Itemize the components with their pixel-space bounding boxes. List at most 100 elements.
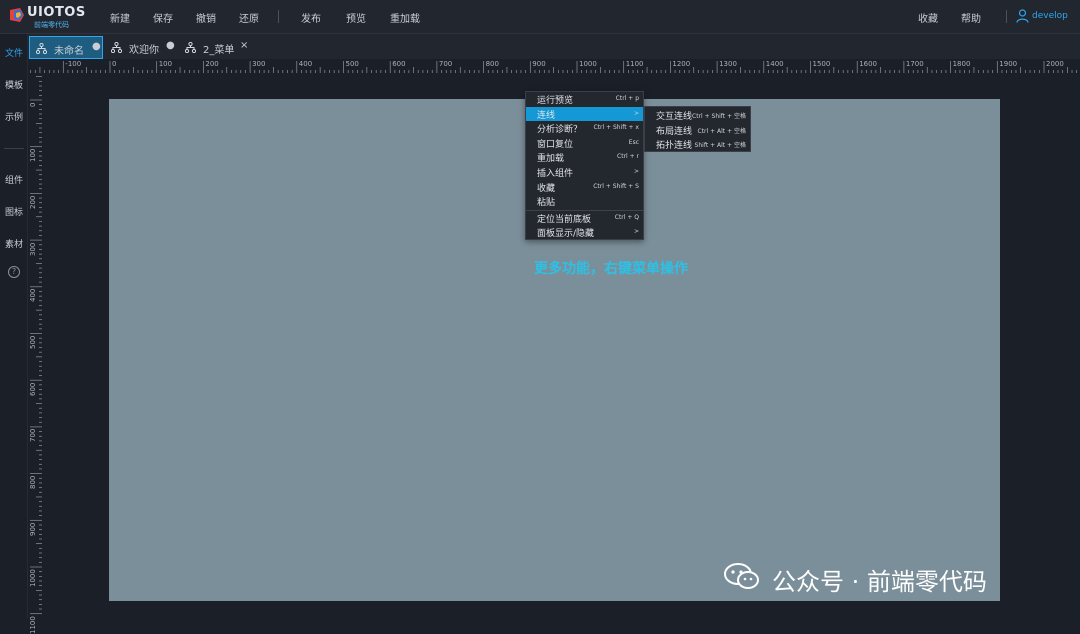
tab-label: 2_菜单 xyxy=(203,45,235,56)
ruler-tick-label: 800 xyxy=(485,60,499,68)
ruler-tick-label: 100 xyxy=(158,60,173,68)
context-menu-item[interactable]: 插入组件 > xyxy=(526,165,643,180)
logo-subtitle: 前端零代码 xyxy=(34,21,69,29)
tab-label: 欢迎你 xyxy=(129,45,159,56)
ruler-tick-label: 400 xyxy=(298,60,313,68)
ruler-tick-label: 300 xyxy=(252,60,266,68)
submenu-label: 拓扑连线 xyxy=(656,141,693,152)
context-menu-item[interactable]: 定位当前底板 Ctrl + Q xyxy=(526,211,643,226)
context-menu-label: 连线 xyxy=(537,110,556,121)
ruler-tick-label: 0 xyxy=(29,102,37,107)
context-menu-label: 运行预览 xyxy=(537,96,574,106)
menu-undo[interactable]: 撤销 xyxy=(196,10,216,25)
ruler-tick-label: 500 xyxy=(29,335,37,349)
vertical-ruler: 0 100 200 300 400 500 600 700 800 900 1000 1100 xyxy=(28,73,42,634)
menu-save[interactable]: 保存 xyxy=(153,10,173,25)
tab-label: 未命名 xyxy=(54,46,84,57)
ruler-tick-label: 1100 xyxy=(29,615,37,634)
tab-unnamed[interactable]: 未命名 ● xyxy=(29,36,103,59)
submenu-item[interactable]: 拓扑连线 Shift + Alt + 空格 xyxy=(645,137,750,152)
unsaved-dot-icon: ● xyxy=(166,40,175,51)
help-icon[interactable]: ? xyxy=(8,266,20,278)
submenu-item[interactable]: 交互连线 Ctrl + Shift + 空格 xyxy=(645,108,750,123)
context-menu-item[interactable]: 重加载 Ctrl + r xyxy=(526,150,643,165)
sidebar-item-assets[interactable]: 素材 xyxy=(0,237,28,250)
ruler-tick-label: 1900 xyxy=(999,60,1018,68)
wechat-icon xyxy=(724,563,759,589)
ruler-tick-label: 1500 xyxy=(812,60,831,68)
submenu-shortcut: Shift + Alt + 空格 xyxy=(694,142,746,150)
sidebar-item-file[interactable]: 文件 xyxy=(0,46,28,59)
ruler-tick-label: 1700 xyxy=(905,60,924,68)
context-menu-shortcut: Esc xyxy=(628,138,639,146)
submenu-shortcut: Ctrl + Alt + 空格 xyxy=(697,127,746,135)
context-menu-item[interactable]: 运行预览 Ctrl + p xyxy=(526,92,643,107)
ruler-tick-label: 1800 xyxy=(952,60,971,68)
app-logo[interactable]: UIOTOS 前端零代码 xyxy=(10,5,90,29)
context-menu-shortcut: > xyxy=(633,228,639,236)
ruler-tick-label: 900 xyxy=(29,522,37,536)
ruler-tick-label: 1000 xyxy=(579,60,597,68)
context-menu-label: 面板显示/隐藏 xyxy=(537,229,595,240)
ruler-tick-label: 500 xyxy=(345,60,359,68)
ruler-tick-label: 800 xyxy=(29,475,37,490)
context-menu-item[interactable]: 窗口复位 Esc xyxy=(526,136,643,151)
ruler-tick-label: 2000 xyxy=(1046,60,1064,68)
context-menu-shortcut: Ctrl + r xyxy=(617,153,639,161)
sidebar-item-components[interactable]: 组件 xyxy=(0,173,28,186)
menu-favorites[interactable]: 收藏 xyxy=(918,10,938,25)
context-menu-label: 重加载 xyxy=(537,154,565,165)
menu-preview[interactable]: 预览 xyxy=(346,10,366,25)
topology-icon xyxy=(185,42,196,53)
menu-help[interactable]: 帮助 xyxy=(961,10,981,25)
horizontal-ruler: -100 0 100 200 300 400 500 600 700 800 900 1000 1100… xyxy=(28,59,1080,73)
user-icon[interactable] xyxy=(1016,9,1029,23)
context-menu-item[interactable]: 分析诊断？ Ctrl + Shift + x xyxy=(526,121,643,136)
close-icon[interactable]: × xyxy=(240,40,248,51)
ruler-tick-label: 900 xyxy=(532,60,546,68)
context-menu-shortcut: Ctrl + Shift + x xyxy=(593,124,639,132)
context-menu-label: 定位当前底板 xyxy=(537,214,592,225)
context-submenu: 交互连线 Ctrl + Shift + 空格布局连线 Ctrl + Alt + 空格… xyxy=(644,106,751,152)
sidebar-item-icons[interactable]: 图标 xyxy=(0,205,28,218)
ruler-tick-label: 1600 xyxy=(859,60,878,68)
context-menu-item[interactable]: 面板显示/隐藏 > xyxy=(526,225,643,240)
user-name[interactable]: develop xyxy=(1032,11,1068,21)
context-menu-item[interactable]: 连线 > xyxy=(526,106,643,122)
context-menu-label: 收藏 xyxy=(537,183,556,194)
context-menu-shortcut: Ctrl + Shift + S xyxy=(593,182,639,190)
ruler-tick-label: 700 xyxy=(438,60,453,68)
ruler-tick-label: 600 xyxy=(392,60,406,68)
tab-menu[interactable]: 2_菜单 × xyxy=(179,36,253,59)
hint-text: 更多功能，右键菜单操作 xyxy=(534,261,688,277)
context-menu-item[interactable]: 粘贴 xyxy=(526,194,643,209)
context-menu-label: 窗口复位 xyxy=(537,139,574,150)
ruler-tick-label: 1200 xyxy=(672,60,691,68)
menu-publish[interactable]: 发布 xyxy=(301,10,321,25)
submenu-label: 布局连线 xyxy=(656,126,693,137)
context-menu-shortcut: Ctrl + p xyxy=(615,95,639,102)
left-sidebar: 文件 模板 示例 组件 图标 素材 ? xyxy=(0,34,28,618)
ruler-tick-label: 1300 xyxy=(719,60,737,68)
menu-new[interactable]: 新建 xyxy=(110,10,130,25)
menu-reload[interactable]: 重加载 xyxy=(390,10,420,25)
sidebar-item-templates[interactable]: 模板 xyxy=(0,78,28,91)
logo-text: UIOTOS xyxy=(27,5,86,20)
logo-icon xyxy=(10,8,24,22)
sidebar-item-examples[interactable]: 示例 xyxy=(0,110,28,123)
topology-icon xyxy=(36,43,47,54)
ruler-tick-label: 0 xyxy=(112,60,117,68)
toolbar-divider xyxy=(278,10,279,23)
context-menu-item[interactable]: 收藏 Ctrl + Shift + S xyxy=(526,180,643,195)
watermark-text: 公众号 · 前端零代码 xyxy=(772,568,987,596)
submenu-item[interactable]: 布局连线 Ctrl + Alt + 空格 xyxy=(645,123,750,138)
ruler-tick-label: 700 xyxy=(29,429,37,443)
ruler-tick-label: 100 xyxy=(29,148,37,163)
tab-welcome[interactable]: 欢迎你 ● xyxy=(105,36,179,59)
submenu-label: 交互连线 xyxy=(656,112,693,122)
ruler-tick-label: 300 xyxy=(29,242,37,256)
context-menu-label: 粘贴 xyxy=(537,198,556,209)
tab-bar: 未命名 ● 欢迎你 ● 2_菜单 × xyxy=(28,34,1080,59)
topology-icon xyxy=(111,42,122,53)
menu-redo[interactable]: 还原 xyxy=(239,10,259,25)
